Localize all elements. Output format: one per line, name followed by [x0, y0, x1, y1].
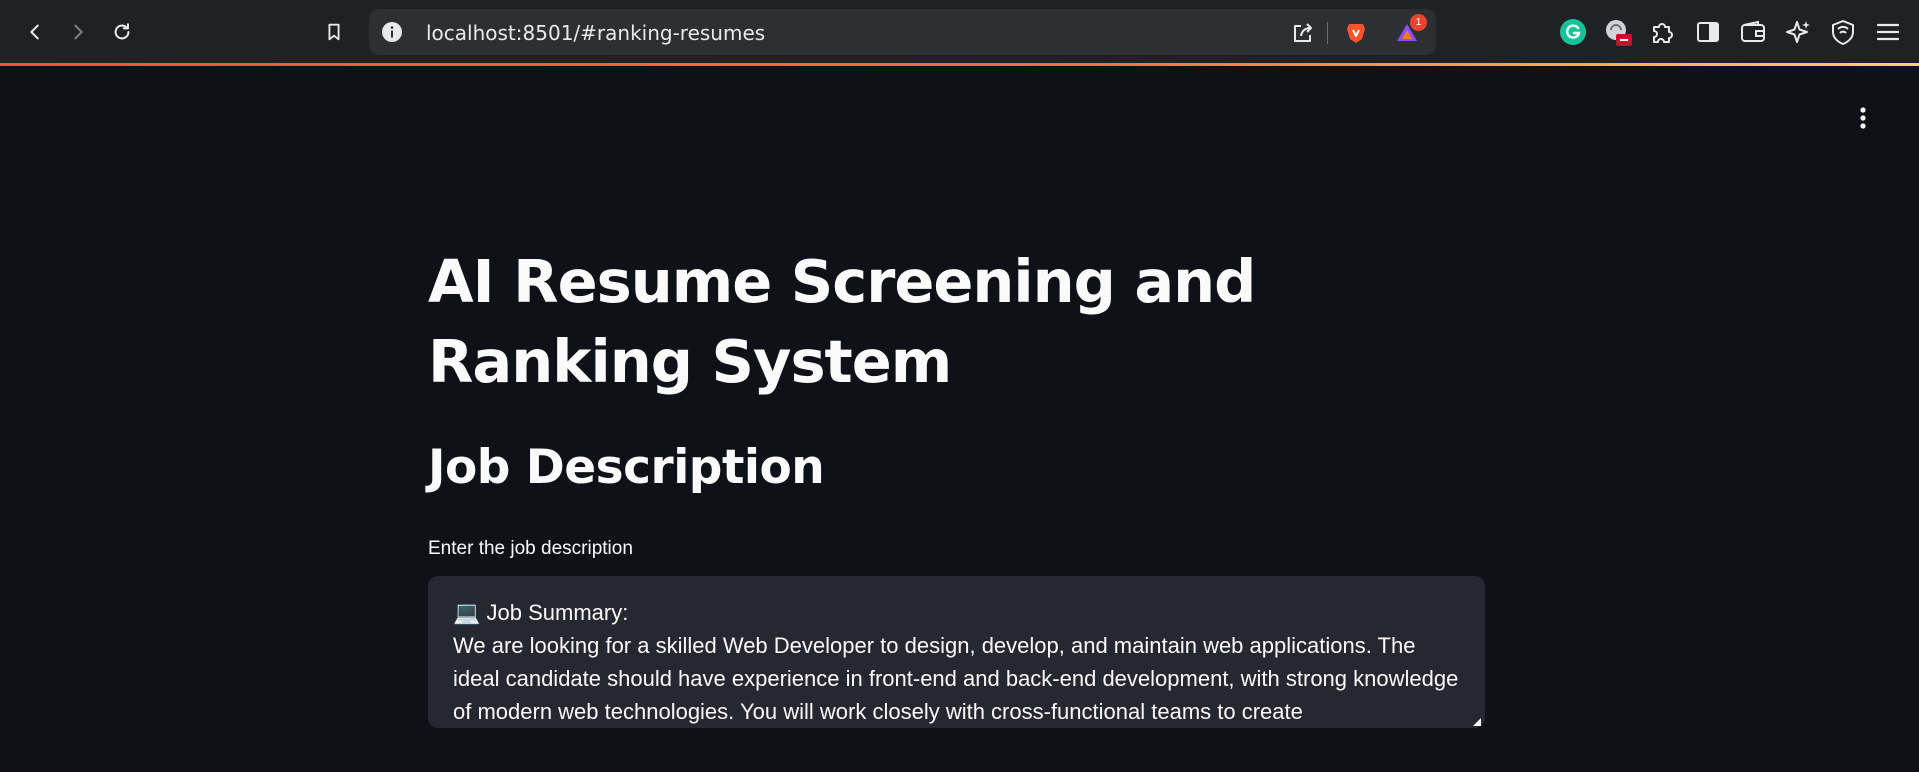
forward-icon	[74, 24, 83, 40]
reload-icon	[114, 23, 130, 40]
address-bar[interactable]: localhost:8501/#ranking-resumes 1	[369, 9, 1436, 55]
back-button[interactable]	[17, 14, 53, 50]
wallet-icon[interactable]	[1738, 17, 1768, 47]
forward-button[interactable]	[60, 14, 96, 50]
section-header: Job Description	[428, 440, 825, 495]
vpn-icon[interactable]	[1828, 17, 1858, 47]
job-summary-heading: Job Summary:	[486, 600, 629, 625]
site-info-icon[interactable]	[381, 21, 403, 43]
app-main-menu-button[interactable]	[1848, 100, 1878, 136]
share-icon[interactable]	[1290, 20, 1316, 46]
url-text[interactable]: localhost:8501/#ranking-resumes	[426, 21, 765, 45]
bookmark-icon	[328, 23, 340, 41]
loading-accent-bar	[0, 63, 1919, 66]
job-summary-body: We are looking for a skilled Web Develop…	[453, 633, 1459, 724]
brave-shields-icon[interactable]	[1343, 20, 1369, 46]
menu-icon[interactable]	[1873, 17, 1903, 47]
brave-rewards-icon[interactable]: 1	[1394, 14, 1427, 46]
sidebar-icon[interactable]	[1693, 17, 1723, 47]
extensions-icon[interactable]	[1648, 17, 1678, 47]
browser-toolbar: localhost:8501/#ranking-resumes 1	[0, 0, 1919, 64]
more-vertical-icon	[1860, 107, 1866, 129]
grammarly-icon[interactable]	[1558, 17, 1588, 47]
laptop-emoji-icon: 💻	[453, 600, 481, 625]
resize-handle-icon[interactable]	[1471, 716, 1481, 726]
notification-badge: 1	[1410, 14, 1427, 31]
page-title: AI Resume Screening and Ranking System	[428, 247, 1256, 396]
extension-badge-icon[interactable]	[1603, 17, 1633, 47]
back-icon	[30, 24, 39, 40]
job-description-textarea[interactable]: 💻 Job Summary: We are looking for a skil…	[428, 576, 1485, 728]
reload-button[interactable]	[104, 14, 140, 50]
leo-ai-icon[interactable]	[1783, 17, 1813, 47]
bookmark-button[interactable]	[316, 14, 352, 50]
job-description-label: Enter the job description	[428, 538, 633, 559]
omnibox-divider	[1327, 22, 1328, 44]
